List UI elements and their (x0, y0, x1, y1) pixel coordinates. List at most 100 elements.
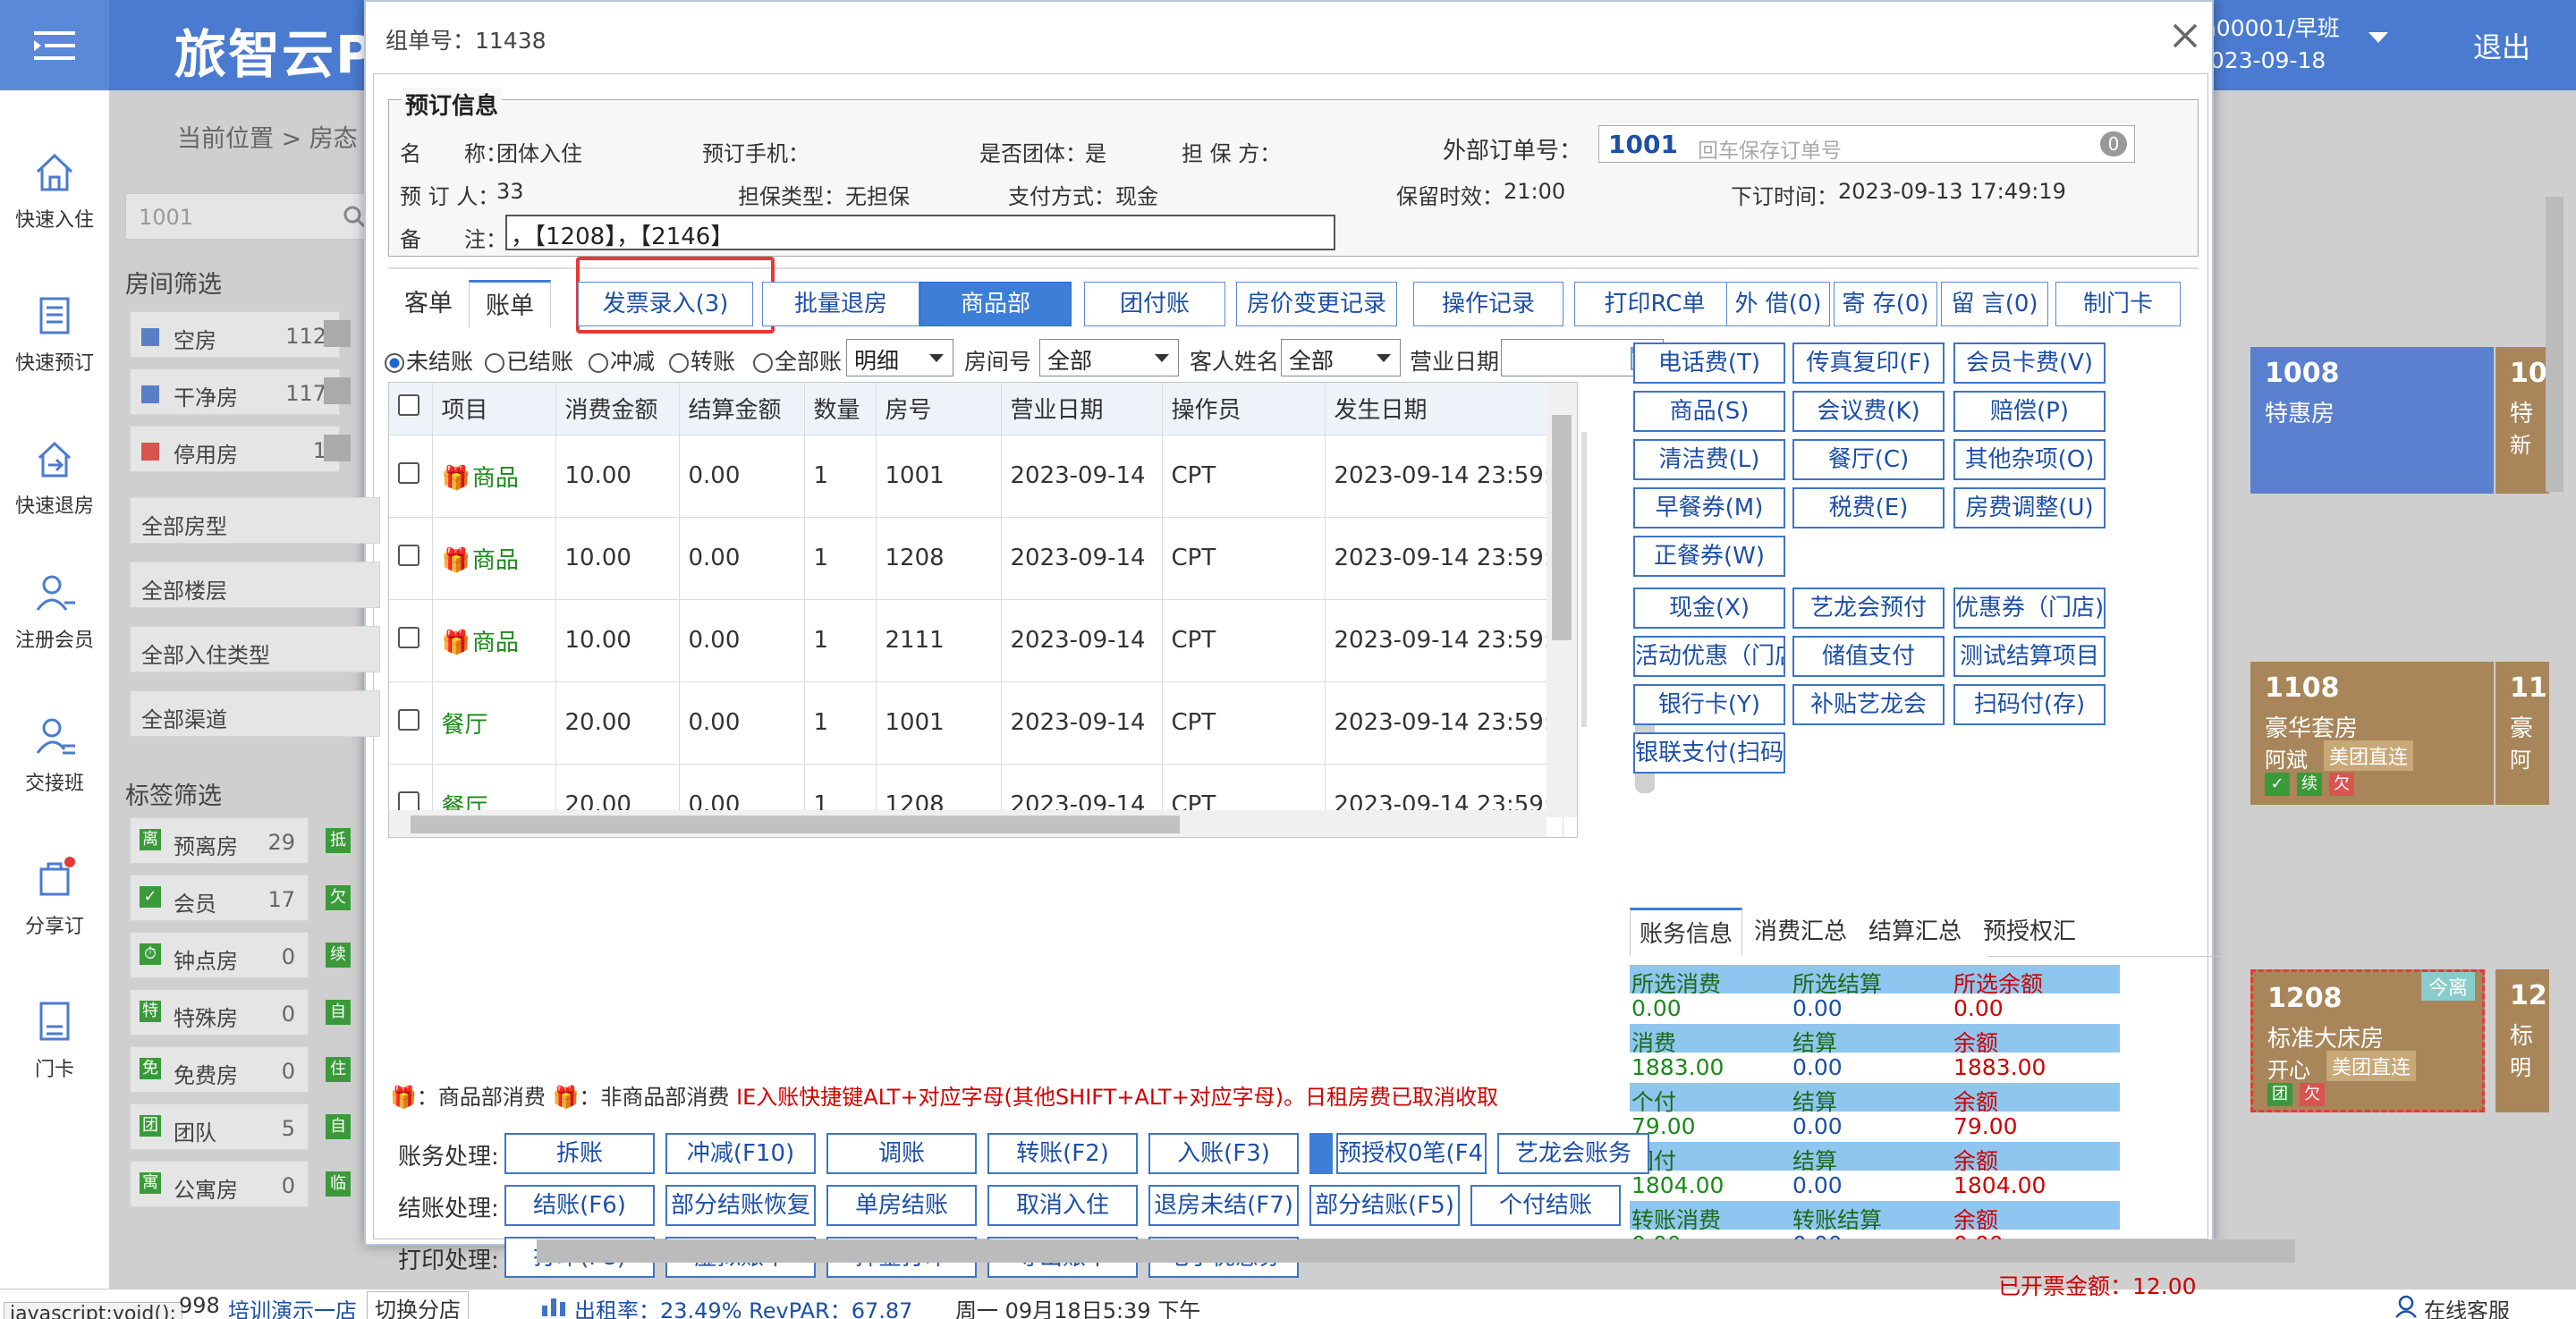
filter-select-3[interactable]: 全部渠道 (130, 690, 380, 737)
nav-item-share[interactable]: 分享订 (0, 857, 109, 991)
room-search-input[interactable]: 1001 (125, 193, 376, 240)
row-check-cell[interactable] (389, 517, 433, 600)
toolbar-button-5[interactable]: 操作记录 (1413, 282, 1563, 326)
room-card-10[interactable]: 10 特新 (2496, 347, 2549, 494)
room-card-1208[interactable]: 1208 标准大床房 开心 美团直连团欠 今离 (2250, 969, 2485, 1112)
nav-item-list[interactable]: 快速预订 (0, 293, 109, 427)
action-button-0-1[interactable]: 冲减(F10) (665, 1133, 816, 1174)
search-icon[interactable] (343, 205, 366, 228)
scroll-thumb[interactable] (1552, 415, 1572, 640)
toolbar-button-4[interactable]: 房价变更记录 (1236, 282, 1397, 326)
row-check-cell[interactable] (389, 681, 433, 765)
scroll-up-button[interactable] (1309, 1133, 1333, 1174)
action-button-0-4[interactable]: 入账(F3) (1148, 1133, 1299, 1174)
tag-filter-4[interactable]: 免免费房 0 (130, 1046, 309, 1093)
charge-button-1-0[interactable]: 商品(S) (1633, 391, 1785, 432)
pay-button-0-0[interactable]: 现金(X) (1633, 588, 1785, 629)
charge-button-2-2[interactable]: 其他杂项(O) (1953, 439, 2106, 480)
row-checkbox[interactable] (398, 708, 419, 731)
toolbar-button-8[interactable]: 寄 存(0) (1834, 282, 1937, 326)
ext-order-input[interactable]: 1001 回车保存订单号 0 (1598, 125, 2135, 163)
splitter[interactable] (1581, 432, 1587, 727)
horizontal-scrollbar[interactable] (389, 810, 1546, 837)
toolbar-button-0[interactable]: 发票录入(3) (578, 282, 753, 326)
action-button-0-5[interactable]: 预授权0笔(F4) (1336, 1133, 1487, 1174)
vertical-scrollbar[interactable] (1546, 383, 1577, 817)
action-button-0-6[interactable]: 艺龙会账务 (1497, 1133, 1649, 1174)
action-button-0-2[interactable]: 调账 (826, 1133, 977, 1174)
charge-button-3-0[interactable]: 早餐券(M) (1633, 487, 1785, 528)
filter-radio-0[interactable]: 未结账 (385, 344, 473, 376)
room-card-1008[interactable]: 1008 特惠房 (2250, 347, 2494, 494)
radio-icon[interactable] (485, 353, 504, 373)
action-button-1-1[interactable]: 部分结账恢复 (665, 1185, 816, 1226)
action-button-0-0[interactable]: 拆账 (504, 1133, 655, 1174)
summary-tab-1[interactable]: 消费汇总 (1744, 908, 1857, 956)
charge-button-0-2[interactable]: 会员卡费(V) (1953, 342, 2106, 384)
pay-button-0-1[interactable]: 艺龙会预付 (1792, 588, 1945, 629)
charge-button-1-2[interactable]: 赔偿(P) (1953, 391, 2106, 432)
charge-button-3-2[interactable]: 房费调整(U) (1953, 487, 2106, 528)
table-row[interactable]: 🎁商品 10.00 0.00 1 2111 2023-09-14 CPT 2023-09-14… (389, 599, 1563, 682)
charge-button-1-1[interactable]: 会议费(K) (1792, 391, 1945, 432)
filter-radio-4[interactable]: 全部账 (753, 344, 842, 376)
row-check-cell[interactable] (389, 435, 433, 518)
charge-button-3-1[interactable]: 税费(E) (1792, 487, 1945, 528)
online-service-link[interactable]: 在线客服 (2424, 1293, 2510, 1319)
toolbar-button-3[interactable]: 团付账 (1084, 282, 1225, 326)
radio-icon[interactable] (669, 353, 689, 373)
charge-button-0-1[interactable]: 传真复印(F) (1792, 342, 1945, 384)
room-card-12[interactable]: 12 标明 (2496, 969, 2549, 1112)
action-button-0-3[interactable]: 转账(F2) (987, 1133, 1138, 1174)
pay-button-2-0[interactable]: 银行卡(Y) (1633, 684, 1785, 725)
table-row[interactable]: 🎁商品 10.00 0.00 1 1001 2023-09-14 CPT 2023-09-14… (389, 435, 1563, 518)
room-filter-0[interactable]: 空房 112 (130, 311, 340, 358)
remark-input[interactable]: ，【1208】，【2146】 (505, 215, 1335, 250)
toolbar-button-9[interactable]: 留 言(0) (1941, 282, 2048, 326)
table-row[interactable]: 餐厅 20.00 0.00 1 1001 2023-09-14 CPT 2023-09-14 … (389, 681, 1563, 765)
summary-tab-2[interactable]: 结算汇总 (1859, 908, 1971, 956)
row-checkbox[interactable] (398, 626, 419, 648)
tab-guest-order[interactable]: 客单 (388, 280, 469, 328)
tag-filter-6[interactable]: 寓公寓房 0 (130, 1161, 309, 1207)
action-button-1-4[interactable]: 退房未结(F7) (1148, 1185, 1299, 1226)
row-check-cell[interactable] (389, 599, 433, 682)
action-button-1-0[interactable]: 结账(F6) (504, 1185, 655, 1226)
toolbar-button-1[interactable]: 批量退房 (762, 282, 919, 326)
pay-button-2-2[interactable]: 扫码付(存) (1953, 684, 2106, 725)
radio-icon[interactable] (753, 353, 773, 373)
toolbar-button-2[interactable]: 商品部 (919, 282, 1072, 326)
guest-name-select[interactable]: 全部 (1281, 339, 1401, 376)
filter-select-0[interactable]: 全部房型 (130, 497, 380, 544)
menu-button[interactable] (0, 0, 109, 90)
nav-item-user-swap[interactable]: 交接班 (0, 714, 109, 848)
switch-store-button[interactable]: 切换分店 (367, 1291, 469, 1319)
row-checkbox[interactable] (398, 461, 419, 484)
tag-filter-1[interactable]: ✓ 会员 17 (130, 875, 309, 921)
radio-icon[interactable] (589, 353, 608, 373)
summary-tab-3[interactable]: 预授权汇总 (1973, 908, 2086, 993)
room-no-select[interactable]: 全部 (1039, 339, 1179, 376)
filter-select-1[interactable]: 全部楼层 (130, 562, 380, 608)
action-button-1-2[interactable]: 单房结账 (826, 1185, 977, 1226)
close-button[interactable] (2165, 16, 2205, 55)
room-card-1108[interactable]: 1108 豪华套房 阿斌 美团直连 ✓ 续欠 (2250, 662, 2494, 805)
nav-item-card[interactable]: 门卡 (0, 1000, 109, 1134)
summary-tab-0[interactable]: 账务信息 (1630, 908, 1742, 956)
room-filter-1[interactable]: 干净房 117 (130, 368, 340, 415)
filter-radio-2[interactable]: 冲减 (589, 344, 655, 376)
row-checkbox[interactable] (398, 791, 419, 813)
select-all-cell[interactable] (389, 383, 433, 435)
select-all-checkbox[interactable] (398, 394, 419, 417)
tag-filter-2[interactable]: ⏱ 钟点房 0 (130, 932, 309, 978)
logout-button[interactable]: 退出 (2473, 25, 2530, 66)
charge-button-0-0[interactable]: 电话费(T) (1633, 342, 1785, 384)
filter-radio-1[interactable]: 已结账 (485, 344, 573, 376)
pay-button-0-2[interactable]: 优惠券（门店) (1953, 588, 2106, 629)
detail-select[interactable]: 明细 (846, 339, 953, 376)
nav-item-user-add[interactable]: 注册会员 (0, 571, 109, 705)
tag-filter-0[interactable]: 离预离房 29 (130, 817, 309, 864)
charge-button-2-1[interactable]: 餐厅(C) (1792, 439, 1945, 480)
tab-bill[interactable]: 账单 (469, 280, 551, 328)
nav-item-home[interactable]: 快速入住 (0, 150, 109, 284)
